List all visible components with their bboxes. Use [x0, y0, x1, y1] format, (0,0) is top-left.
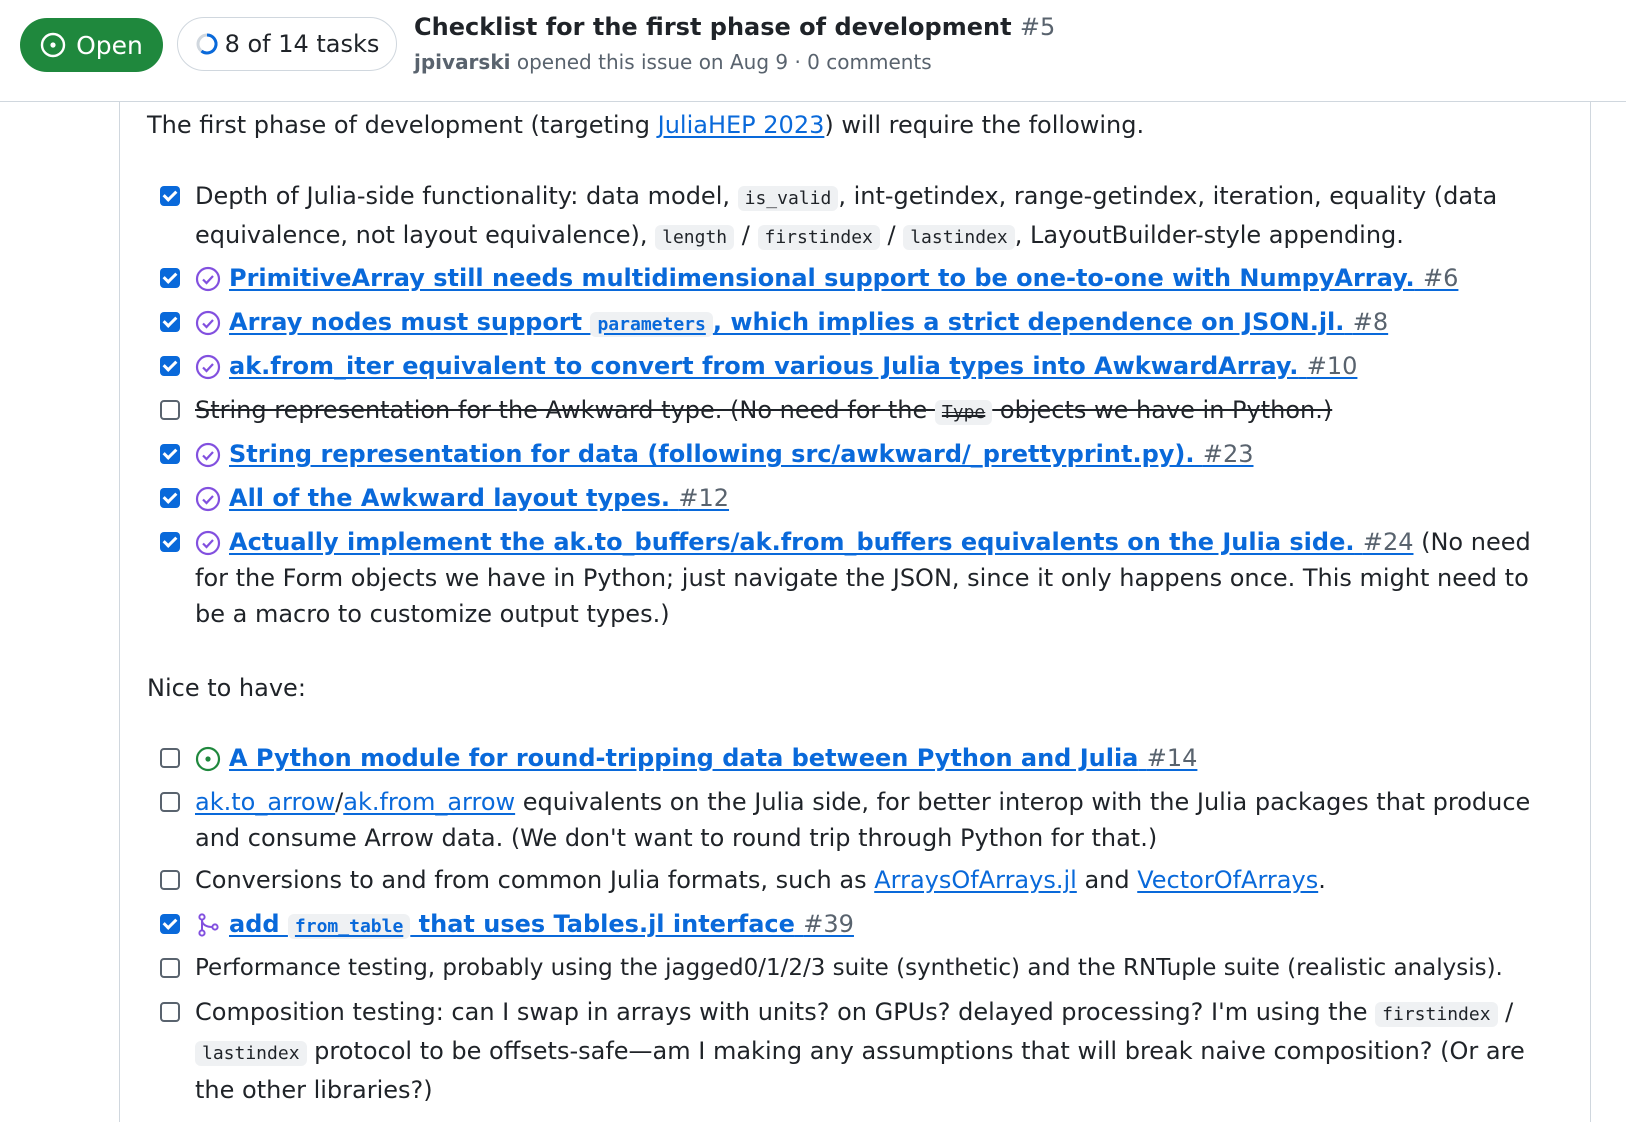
task-text: ak.to_arrow/ak.from_arrow equivalents on… [195, 788, 1531, 852]
task-text-struck: String representation for the Awkward ty… [195, 396, 1333, 425]
linked-issue[interactable]: PrimitiveArray still needs multidimensio… [229, 264, 1458, 292]
linked-issue[interactable]: A Python module for round-tripping data … [229, 744, 1197, 772]
task-text: Depth of Julia-side functionality: data … [195, 182, 1498, 250]
issue-closed-icon [195, 354, 221, 380]
task-text: ak.from_iter equivalent to convert from … [195, 348, 1550, 384]
juliahep-link[interactable]: JuliaHEP 2023 [658, 111, 825, 139]
task-checkbox-unchecked[interactable] [160, 870, 180, 890]
inline-code: length [655, 225, 735, 250]
task-text: Conversions to and from common Julia for… [195, 866, 1326, 894]
linked-issue[interactable]: String representation for data (followin… [229, 440, 1254, 468]
task-checkbox-checked[interactable] [160, 488, 180, 508]
issue-number: #5 [1019, 13, 1056, 41]
linked-pull-request[interactable]: add from_table that uses Tables.jl inter… [229, 910, 854, 939]
issue-header: Open 8 of 14 tasks Checklist for the fir… [0, 0, 1626, 102]
inline-code: firstindex [757, 225, 880, 250]
arraysofarrays-link[interactable]: ArraysOfArrays.jl [874, 866, 1077, 894]
issue-closed-icon [195, 486, 221, 512]
task-text: Actually implement the ak.to_buffers/ak.… [195, 528, 1531, 628]
task-checkbox-checked[interactable] [160, 914, 180, 934]
state-label: Open [76, 30, 143, 60]
linked-issue[interactable]: ak.from_iter equivalent to convert from … [229, 352, 1357, 380]
linked-issue[interactable]: Array nodes must support parameters, whi… [229, 308, 1388, 337]
inline-code: lastindex [903, 225, 1015, 250]
task-text: PrimitiveArray still needs multidimensio… [195, 260, 1550, 296]
task-text: A Python module for round-tripping data … [195, 740, 1550, 776]
task-checkbox-unchecked[interactable] [160, 400, 180, 420]
pull-request-merged-icon [198, 913, 219, 937]
task-text: String representation for data (followin… [195, 436, 1550, 472]
vectorofarrays-link[interactable]: VectorOfArrays [1137, 866, 1318, 894]
linked-issue[interactable]: Actually implement the ak.to_buffers/ak.… [229, 528, 1413, 556]
task-text: Array nodes must support parameters, whi… [195, 304, 1550, 343]
task-checkbox-checked[interactable] [160, 356, 180, 376]
inline-code: lastindex [195, 1041, 307, 1066]
task-checkbox-checked[interactable] [160, 186, 180, 206]
inline-code: is_valid [737, 186, 839, 211]
task-text: add from_table that uses Tables.jl inter… [195, 906, 1550, 945]
task-checkbox-checked[interactable] [160, 312, 180, 332]
task-text: Performance testing, probably using the … [195, 955, 1503, 981]
state-badge-open: Open [20, 18, 163, 72]
issue-closed-icon [195, 266, 221, 292]
issue-meta: jpivarski opened this issue on Aug 9 · 0… [414, 50, 932, 74]
tasks-progress[interactable]: 8 of 14 tasks [177, 17, 397, 71]
author-link[interactable]: jpivarski [414, 50, 510, 74]
to-arrow-link[interactable]: ak.to_arrow [195, 788, 335, 816]
issue-title-text: Checklist for the first phase of develop… [414, 13, 1012, 41]
tasks-label: 8 of 14 tasks [224, 30, 380, 58]
task-checkbox-checked[interactable] [160, 268, 180, 288]
inline-code: firstindex [1375, 1002, 1498, 1027]
issue-title: Checklist for the first phase of develop… [414, 13, 1055, 41]
issue-meta-text: opened this issue on Aug 9 · 0 comments [516, 50, 932, 74]
task-text: Composition testing: can I swap in array… [195, 998, 1525, 1104]
linked-issue[interactable]: All of the Awkward layout types. #12 [229, 484, 729, 512]
issue-closed-icon [195, 310, 221, 336]
intro-paragraph: The first phase of development (targetin… [147, 111, 1144, 139]
task-checkbox-unchecked[interactable] [160, 958, 180, 978]
issue-closed-icon [195, 442, 221, 468]
task-checkbox-unchecked[interactable] [160, 1002, 180, 1022]
issue-closed-icon [195, 530, 221, 556]
task-checkbox-unchecked[interactable] [160, 748, 180, 768]
issue-open-icon [40, 32, 66, 58]
progress-ring-icon [196, 33, 218, 55]
task-checkbox-checked[interactable] [160, 444, 180, 464]
intro-text-end: ) will require the following. [824, 111, 1145, 139]
task-checkbox-unchecked[interactable] [160, 792, 180, 812]
task-text: All of the Awkward layout types. #12 [195, 480, 1550, 516]
from-arrow-link[interactable]: ak.from_arrow [343, 788, 515, 816]
task-checkbox-checked[interactable] [160, 532, 180, 552]
issue-open-icon [195, 746, 221, 772]
nice-to-have-heading: Nice to have: [147, 674, 306, 702]
intro-text: The first phase of development (targetin… [147, 111, 658, 139]
